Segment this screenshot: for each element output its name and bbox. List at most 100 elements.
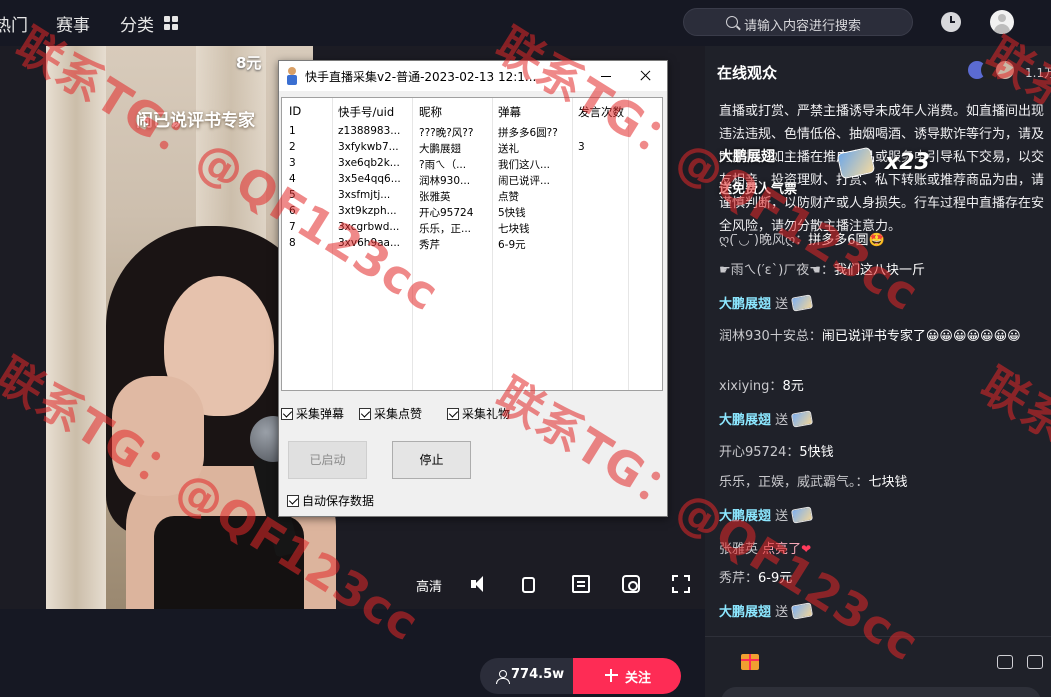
search-bar[interactable]: 请输入内容进行搜索 xyxy=(683,8,913,36)
video-frame: 闹已说评书专家 8元 xyxy=(46,46,336,609)
table-cell: 秀芹 xyxy=(419,239,440,251)
collect-likes-checkbox[interactable]: 采集点赞 xyxy=(359,405,422,422)
close-button[interactable] xyxy=(629,61,663,91)
grid-icon[interactable] xyxy=(164,16,178,30)
nav-hot[interactable]: 热门 xyxy=(0,11,28,36)
user-icon xyxy=(496,670,510,684)
rotate-icon[interactable] xyxy=(522,577,535,593)
chat-message: 秀芹：6-9元 xyxy=(719,568,1045,590)
chat-text: 8元 xyxy=(782,379,804,394)
quality-selector[interactable]: 高清 xyxy=(416,576,442,595)
chat-message: 张雅英 点亮了❤ xyxy=(719,538,1045,561)
table-cell: 3xcgrbwd... xyxy=(338,221,400,233)
top-bar: 热门 赛事 分类 请输入内容进行搜索 xyxy=(0,0,1051,46)
streamer-hand xyxy=(112,376,204,496)
table-cell: 大鹏展翅 xyxy=(419,143,461,155)
chat-nick[interactable]: 大鹏展翅 xyxy=(719,297,771,312)
chat-toolbar xyxy=(705,636,1051,697)
room-bottom-bar: 774.5w 关注 xyxy=(0,609,705,697)
nav-events[interactable]: 赛事 xyxy=(56,11,90,36)
autosave-checkbox[interactable]: 自动保存数据 xyxy=(287,492,374,509)
chat-nick[interactable]: 大鹏展翅 xyxy=(719,413,771,428)
history-clock-icon[interactable] xyxy=(941,12,961,32)
volume-icon[interactable] xyxy=(470,575,488,593)
column-header[interactable]: ID xyxy=(289,104,301,118)
window-title-bar[interactable]: 快手直播采集v2-普通-2023-02-13 12:1... xyxy=(279,61,667,91)
chat-text: 6-9元 xyxy=(758,571,793,586)
curtain-left xyxy=(46,46,106,609)
online-audience-title[interactable]: 在线观众 xyxy=(717,62,777,83)
chat-sep: ： xyxy=(795,233,809,248)
table-cell: 1 xyxy=(289,125,296,137)
chat-nick[interactable]: 大鹏展翅 xyxy=(719,605,771,620)
table-cell: 拼多多6圆?? xyxy=(498,127,558,139)
table-cell: 张雅英 xyxy=(419,191,451,203)
search-input[interactable]: 请输入内容进行搜索 xyxy=(744,15,861,34)
chat-sep: ： xyxy=(808,329,822,344)
chat-nick[interactable]: 乐乐，正娱，威武霸气。 xyxy=(719,475,856,490)
table-cell: 润林930... xyxy=(419,175,471,187)
follow-button[interactable]: 关注 xyxy=(573,658,681,694)
minimize-button[interactable] xyxy=(591,61,621,91)
chat-text: 送 xyxy=(775,605,789,620)
chat-nick[interactable]: ☛雨ㄟ(′ε`)ㄏ夜☚ xyxy=(719,263,821,278)
table-cell: 2 xyxy=(289,141,296,153)
danmaku-toggle-icon[interactable] xyxy=(572,575,590,593)
chat-panel: 在线观众 1.1万 直播或打赏、严禁主播诱导未成年人消费。如直播间出现违法违规、… xyxy=(705,46,1051,697)
chat-text: 闹已说评书专家了😀😀😀😀😀😀😀 xyxy=(821,329,1021,344)
chat-mode-icon[interactable] xyxy=(997,655,1013,669)
chat-text: 拼多多6圆🤩 xyxy=(808,233,885,248)
user-avatar[interactable] xyxy=(990,10,1014,34)
collect-danmaku-checkbox[interactable]: 采集弹幕 xyxy=(281,405,344,422)
video-price-tag: 8元 xyxy=(236,54,262,72)
chat-text: 送 xyxy=(775,509,789,524)
checkbox-checked-icon xyxy=(447,408,459,420)
gift-popup-count: x23 xyxy=(885,150,930,175)
chat-nick[interactable]: ღ( ̄◡ ̄)晚风ღ xyxy=(719,233,795,248)
chat-input[interactable] xyxy=(721,687,1041,697)
chat-nick[interactable]: 大鹏展翅 xyxy=(719,509,771,524)
column-header[interactable]: 发言次数 xyxy=(578,104,624,120)
nav-categories[interactable]: 分类 xyxy=(120,11,154,36)
search-icon[interactable] xyxy=(726,16,738,28)
checkbox-label: 采集点赞 xyxy=(374,407,423,421)
column-header[interactable]: 快手号/uid xyxy=(338,104,394,120)
table-cell: 七块钱 xyxy=(498,223,530,235)
started-button[interactable]: 已启动 xyxy=(288,441,367,479)
collect-gifts-checkbox[interactable]: 采集礼物 xyxy=(447,405,510,422)
checkbox-label: 采集弹幕 xyxy=(296,407,345,421)
follow-label: 关注 xyxy=(625,671,652,686)
chat-settings-icon[interactable] xyxy=(1027,655,1043,669)
chat-nick[interactable]: 张雅英 xyxy=(719,542,758,557)
gift-ticket-icon xyxy=(791,506,814,524)
chat-nick[interactable]: xixiying xyxy=(719,379,769,394)
column-header[interactable]: 弹幕 xyxy=(498,104,521,120)
chat-nick[interactable]: 秀芹 xyxy=(719,571,745,586)
chat-nick[interactable]: 润林930十安总 xyxy=(719,329,809,344)
gift-popup-desc: 送免费人气票 xyxy=(719,182,798,197)
window-title: 快手直播采集v2-普通-2023-02-13 12:1... xyxy=(305,70,537,84)
table-cell: 6-9元 xyxy=(498,239,526,251)
table-cell: 我们这八... xyxy=(498,159,551,171)
live-room-page: 热门 赛事 分类 请输入内容进行搜索 闹已说评书专家 8元 高清 774.5w … xyxy=(0,0,1051,697)
column-header[interactable]: 昵称 xyxy=(419,104,442,120)
chat-message: 润林930十安总：闹已说评书专家了😀😀😀😀😀😀😀 xyxy=(719,326,1045,348)
gift-ticket-icon xyxy=(791,294,814,312)
chat-message: ღ( ̄◡ ̄)晚风ღ：拼多多6圆🤩 xyxy=(719,230,1045,252)
checkbox-checked-icon xyxy=(359,408,371,420)
fullscreen-icon[interactable] xyxy=(672,575,690,593)
gift-box-icon[interactable] xyxy=(741,654,759,670)
table-cell: 4 xyxy=(289,173,296,185)
viewer-count-badge: 774.5w xyxy=(480,658,573,694)
chat-nick[interactable]: 开心95724 xyxy=(719,445,786,460)
video-banner-text: 闹已说评书专家 xyxy=(136,111,255,131)
table-cell: 3 xyxy=(578,141,585,153)
system-notice: 直播或打赏、严禁主播诱导未成年人消费。如直播间出现违法违规、色情低俗、抽烟喝酒、… xyxy=(719,104,1045,234)
stop-button[interactable]: 停止 xyxy=(392,441,471,479)
viewer-avatars[interactable] xyxy=(967,60,1027,82)
danmaku-table[interactable]: ID 快手号/uid 昵称 弹幕 发言次数 1 z1388983... ???晚?风… xyxy=(281,97,663,391)
screenshot-icon[interactable] xyxy=(622,575,640,593)
scraper-window: 快手直播采集v2-普通-2023-02-13 12:1... ID 快手号/ui… xyxy=(278,60,668,517)
table-cell: 点赞 xyxy=(498,191,519,203)
table-cell: 5 xyxy=(289,189,296,201)
